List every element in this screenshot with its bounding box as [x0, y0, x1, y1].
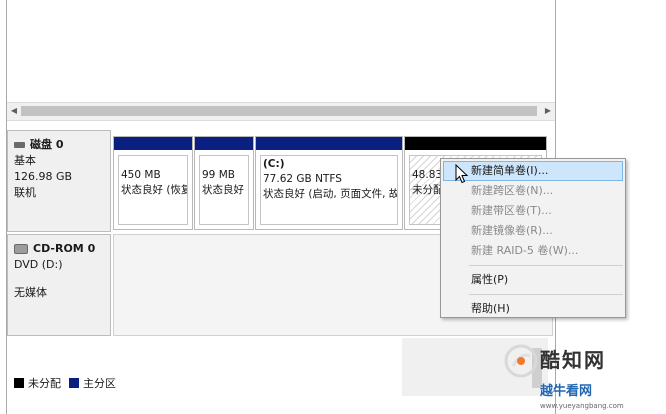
partition-label: (C:) — [263, 158, 285, 170]
legend-unallocated-swatch — [14, 378, 24, 388]
menu-new-striped-volume[interactable]: 新建带区卷(T)... — [441, 201, 625, 221]
partition-size: 450 MB — [121, 169, 161, 181]
cdrom-0-media: 无媒体 — [14, 286, 47, 299]
cd-rom-icon — [14, 244, 28, 254]
cdrom-0-drive: DVD (D:) — [14, 258, 63, 271]
disk-0-name: 磁盘 0 — [30, 138, 64, 151]
menu-new-spanned-volume[interactable]: 新建跨区卷(N)... — [441, 181, 625, 201]
cdrom-0-label[interactable]: CD-ROM 0 DVD (D:) 无媒体 — [7, 234, 111, 336]
horizontal-scrollbar[interactable]: ◀ ▶ — [7, 102, 555, 121]
menu-separator — [469, 294, 623, 295]
disk-0-name-row: 磁盘 0 — [14, 137, 110, 153]
disk-0-label[interactable]: 磁盘 0 基本 126.98 GB 联机 — [7, 130, 111, 232]
mouse-cursor-icon — [455, 164, 469, 184]
menu-properties[interactable]: 属性(P) — [441, 270, 625, 290]
partition-status: 状态良好 (启动, 页面文件, 故 — [263, 188, 398, 200]
disk-0-type: 基本 — [14, 154, 36, 167]
partition-status: 状态良好 (E — [202, 184, 248, 196]
cdrom-0-name-row: CD-ROM 0 — [14, 241, 110, 257]
primary-partition-bar — [195, 137, 253, 150]
scroll-left-icon[interactable]: ◀ — [9, 105, 19, 117]
partition-recovery[interactable]: 450 MB 状态良好 (恢复 — [113, 136, 193, 230]
watermark-text-1: 酷知网 — [540, 348, 606, 372]
partition-c-info: (C:) 77.62 GB NTFS 状态良好 (启动, 页面文件, 故 — [260, 155, 398, 225]
partition-efi-info: 99 MB 状态良好 (E — [199, 155, 249, 225]
scroll-right-icon[interactable]: ▶ — [543, 105, 553, 117]
partition-recovery-info: 450 MB 状态良好 (恢复 — [118, 155, 188, 225]
primary-partition-bar — [256, 137, 402, 150]
menu-help[interactable]: 帮助(H) — [441, 299, 625, 319]
legend: 未分配 主分区 — [14, 376, 116, 390]
menu-new-simple-volume[interactable]: 新建简单卷(I)... — [443, 161, 623, 181]
legend-unallocated-label: 未分配 — [28, 377, 61, 390]
cdrom-0-name: CD-ROM 0 — [33, 242, 96, 255]
partition-c[interactable]: (C:) 77.62 GB NTFS 状态良好 (启动, 页面文件, 故 — [255, 136, 403, 230]
menu-new-raid5-volume[interactable]: 新建 RAID-5 卷(W)... — [441, 241, 625, 261]
partition-status: 状态良好 (恢复 — [121, 184, 188, 196]
watermark-url: www.yueyangbang.com — [540, 402, 624, 410]
hard-disk-icon — [14, 142, 25, 148]
partition-efi[interactable]: 99 MB 状态良好 (E — [194, 136, 254, 230]
disk-0-size: 126.98 GB — [14, 170, 73, 183]
watermark-logo-icon — [504, 344, 538, 378]
legend-primary-swatch — [69, 378, 79, 388]
partition-size: 99 MB — [202, 169, 235, 181]
scrollbar-thumb[interactable] — [21, 106, 537, 116]
watermark-text-2: 越牛看网 — [540, 384, 593, 399]
legend-primary-label: 主分区 — [83, 377, 116, 390]
menu-separator — [469, 265, 623, 266]
menu-new-mirrored-volume[interactable]: 新建镜像卷(R)... — [441, 221, 625, 241]
partition-size: 77.62 GB NTFS — [263, 173, 342, 185]
unallocated-bar — [405, 137, 546, 150]
primary-partition-bar — [114, 137, 192, 150]
watermark: 酷知网 越牛看网 www.yueyangbang.com — [500, 340, 666, 414]
volume-list-area[interactable] — [7, 0, 555, 100]
disk-0-status: 联机 — [14, 186, 36, 199]
